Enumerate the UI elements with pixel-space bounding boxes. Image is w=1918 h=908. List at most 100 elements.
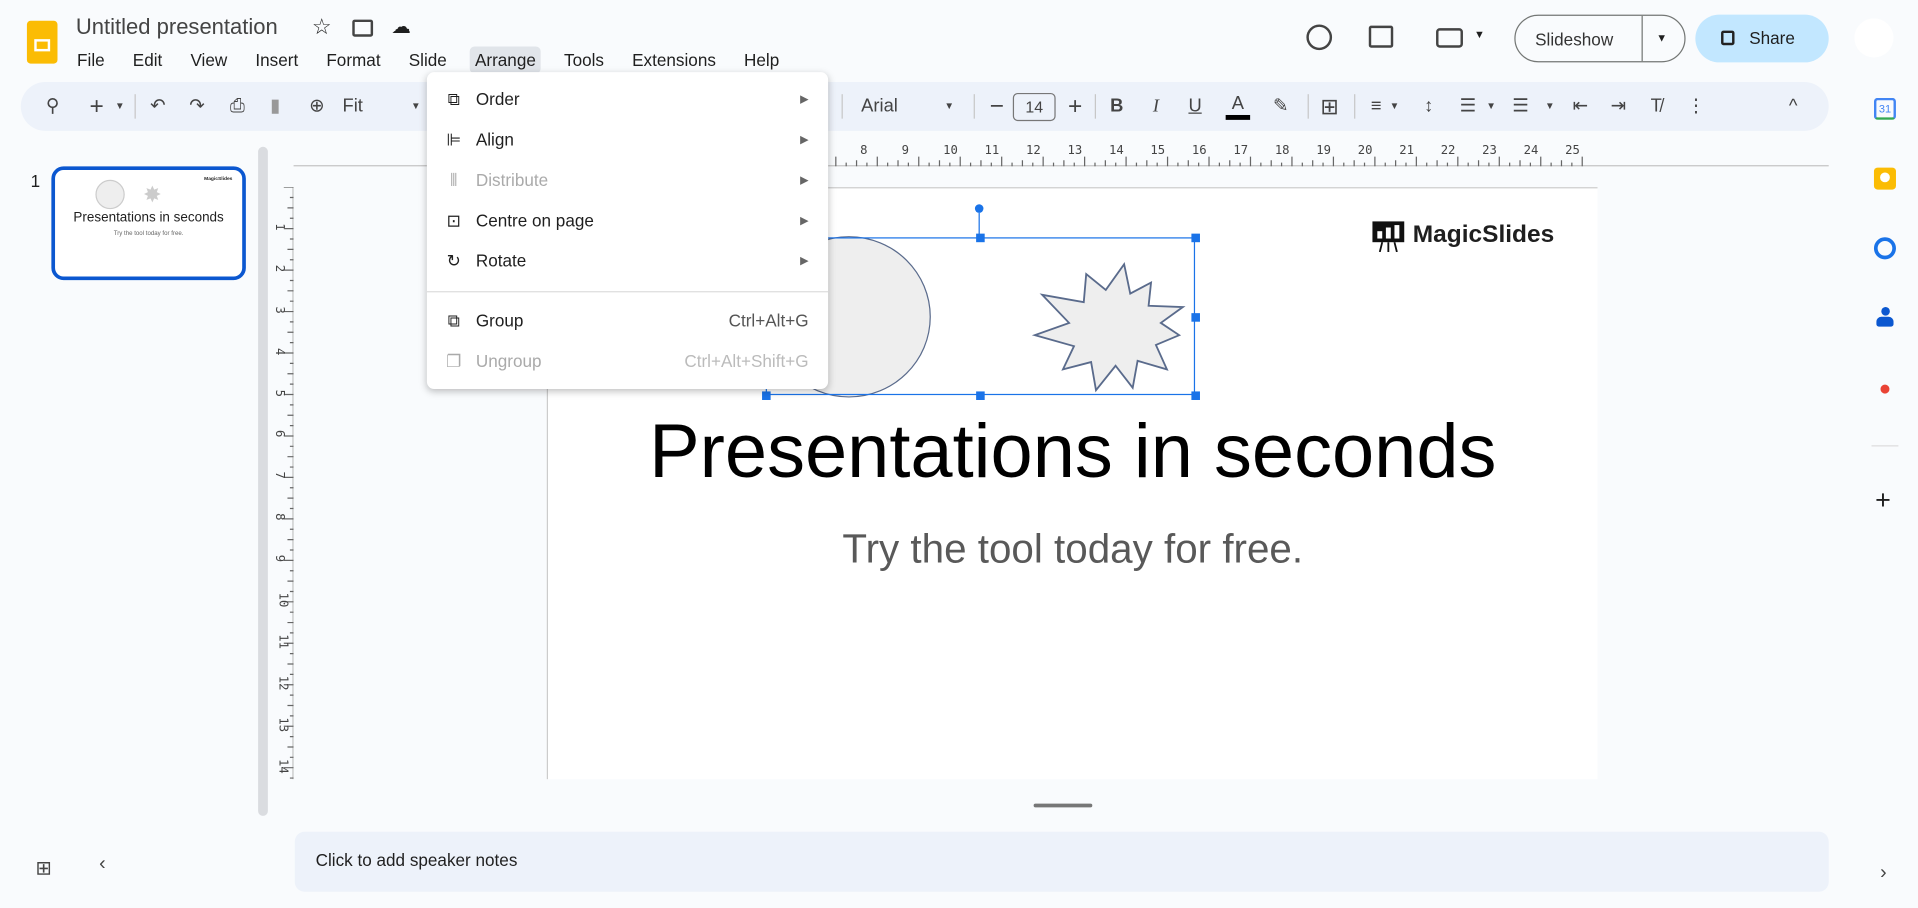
bullet-dropdown-icon[interactable]: ▼ bbox=[1485, 82, 1497, 131]
menu-item-group[interactable]: ⧉ Group Ctrl+Alt+G bbox=[427, 301, 828, 341]
menu-view[interactable]: View bbox=[186, 46, 233, 73]
font-dropdown-icon[interactable]: ▼ bbox=[943, 82, 955, 131]
numbered-list-icon[interactable]: ☰ bbox=[1508, 82, 1532, 131]
show-side-panel-icon[interactable]: › bbox=[1880, 862, 1887, 884]
resize-handle[interactable] bbox=[976, 233, 985, 243]
document-title[interactable]: Untitled presentation bbox=[76, 15, 278, 41]
get-addons-icon[interactable]: + bbox=[1875, 484, 1891, 516]
align-icon[interactable]: ≡ bbox=[1364, 82, 1388, 131]
line-spacing-icon[interactable]: ↕ bbox=[1416, 82, 1440, 131]
more-options-icon[interactable]: ⋮ bbox=[1687, 82, 1705, 131]
clear-formatting-icon[interactable]: T̸ bbox=[1644, 82, 1668, 131]
menu-item-rotate[interactable]: ↻ Rotate ▶ bbox=[427, 241, 828, 281]
menu-help[interactable]: Help bbox=[739, 46, 784, 73]
resize-handle[interactable] bbox=[762, 391, 771, 400]
slideshow-button[interactable]: Slideshow ▼ bbox=[1514, 14, 1686, 63]
ruler-label: 13 bbox=[275, 717, 290, 732]
filmstrip-scrollbar[interactable] bbox=[258, 146, 268, 816]
new-slide-icon[interactable]: + bbox=[84, 82, 108, 131]
decrease-font-size-icon[interactable]: − bbox=[987, 82, 1007, 131]
notes-resize-handle[interactable] bbox=[1033, 803, 1093, 808]
menu-extensions[interactable]: Extensions bbox=[627, 46, 721, 73]
menu-tools[interactable]: Tools bbox=[559, 46, 609, 73]
redo-icon[interactable]: ↷ bbox=[185, 82, 209, 131]
menu-item-align[interactable]: ⊫ Align ▶ bbox=[427, 120, 828, 160]
menu-item-label: Ungroup bbox=[475, 351, 542, 371]
cloud-saved-icon[interactable]: ☁ bbox=[391, 15, 411, 39]
menu-arrange[interactable]: Arrange bbox=[470, 46, 541, 74]
maps-icon[interactable]: ● bbox=[1874, 377, 1896, 400]
collapse-filmstrip-icon[interactable]: ‹ bbox=[99, 854, 106, 876]
zoom-dropdown-icon[interactable]: ▼ bbox=[410, 82, 422, 131]
move-folder-icon[interactable] bbox=[352, 19, 374, 37]
highlight-icon[interactable]: ✎ bbox=[1268, 82, 1292, 131]
resize-handle[interactable] bbox=[1191, 233, 1200, 243]
shortcut: Ctrl+Alt+G bbox=[728, 310, 809, 331]
collapse-toolbar-icon[interactable]: ^ bbox=[1783, 82, 1803, 131]
insert-comment-icon[interactable]: ⊞ bbox=[1317, 82, 1341, 131]
slide-title[interactable]: Presentations in seconds bbox=[548, 409, 1598, 496]
menu-edit[interactable]: Edit bbox=[128, 46, 167, 73]
align-dropdown-icon[interactable]: ▼ bbox=[1388, 82, 1400, 131]
keep-icon[interactable] bbox=[1873, 167, 1896, 190]
meet-icon[interactable] bbox=[1436, 28, 1463, 48]
rotate-handle[interactable] bbox=[974, 204, 984, 213]
menu-item-order[interactable]: ⧉ Order ▶ bbox=[427, 80, 828, 120]
version-history-icon[interactable] bbox=[1306, 24, 1333, 51]
italic-icon[interactable]: I bbox=[1146, 82, 1166, 131]
resize-handle[interactable] bbox=[1191, 313, 1200, 322]
bold-icon[interactable]: B bbox=[1107, 82, 1127, 131]
ruler-label: 24 bbox=[1523, 144, 1539, 158]
menu-slide[interactable]: Slide bbox=[404, 46, 452, 73]
print-icon[interactable]: ⎙ bbox=[225, 82, 249, 131]
menu-format[interactable]: Format bbox=[321, 46, 385, 73]
font-select[interactable]: Arial bbox=[861, 82, 934, 131]
ruler-label: 8 bbox=[272, 513, 286, 521]
avatar[interactable] bbox=[1854, 18, 1894, 58]
contacts-icon[interactable] bbox=[1874, 307, 1896, 329]
tasks-icon[interactable] bbox=[1873, 237, 1896, 260]
star-icon[interactable]: ☆ bbox=[312, 15, 332, 41]
slideshow-dropdown-icon[interactable]: ▼ bbox=[1656, 32, 1667, 44]
ruler-label: 17 bbox=[1233, 144, 1249, 158]
toolbar: ⚲ + ▼ ↶ ↷ ⎙ ▮ ⊕ Fit ▼ Arial ▼ − 14 + B I… bbox=[20, 81, 1829, 131]
grid-view-icon[interactable]: ⊞ bbox=[35, 856, 51, 880]
text-color-icon[interactable]: A bbox=[1225, 82, 1251, 131]
ruler-label: 8 bbox=[860, 144, 868, 158]
undo-icon[interactable]: ↶ bbox=[146, 82, 170, 131]
slides-logo[interactable] bbox=[26, 20, 58, 64]
shortcut: Ctrl+Alt+Shift+G bbox=[684, 351, 809, 371]
resize-handle[interactable] bbox=[976, 391, 985, 400]
resize-handle[interactable] bbox=[1191, 391, 1200, 400]
bulleted-list-icon[interactable]: ☰ bbox=[1456, 82, 1480, 131]
slide-subtitle[interactable]: Try the tool today for free. bbox=[548, 526, 1598, 572]
meet-dropdown-icon[interactable]: ▼ bbox=[1474, 28, 1485, 40]
menu-item-distribute[interactable]: ⦀ Distribute ▶ bbox=[427, 160, 828, 200]
comments-icon[interactable] bbox=[1368, 25, 1394, 48]
ruler-label: 15 bbox=[1150, 144, 1166, 158]
ruler-label: 10 bbox=[275, 592, 290, 608]
numbered-dropdown-icon[interactable]: ▼ bbox=[1544, 82, 1556, 131]
align-icon: ⊫ bbox=[446, 129, 462, 150]
underline-icon[interactable]: U bbox=[1185, 82, 1205, 131]
zoom-select[interactable]: Fit bbox=[342, 82, 379, 131]
increase-indent-icon[interactable]: ⇥ bbox=[1606, 82, 1630, 131]
calendar-icon[interactable]: 31 bbox=[1873, 97, 1896, 120]
ruler-label: 1 bbox=[272, 223, 286, 231]
new-slide-dropdown-icon[interactable]: ▼ bbox=[114, 82, 126, 131]
speaker-notes[interactable]: Click to add speaker notes bbox=[294, 831, 1829, 892]
menu-item-centre-on-page[interactable]: ⊡ Centre on page ▶ bbox=[427, 201, 828, 241]
zoom-icon[interactable]: ⊕ bbox=[305, 82, 329, 131]
menu-file[interactable]: File bbox=[72, 46, 109, 73]
slide-thumbnail[interactable]: ✸ MagicSlides Presentations in seconds T… bbox=[51, 166, 246, 281]
menu-bar: File Edit View Insert Format Slide Arran… bbox=[72, 46, 802, 74]
ruler-label: 9 bbox=[901, 144, 909, 158]
share-button[interactable]: Share bbox=[1695, 14, 1829, 63]
paint-format-icon[interactable]: ▮ bbox=[263, 82, 287, 131]
font-size-input[interactable]: 14 bbox=[1012, 92, 1056, 122]
decrease-indent-icon[interactable]: ⇤ bbox=[1568, 82, 1592, 131]
menu-item-ungroup[interactable]: ❐ Ungroup Ctrl+Alt+Shift+G bbox=[427, 341, 828, 381]
increase-font-size-icon[interactable]: + bbox=[1065, 82, 1085, 131]
search-menus-icon[interactable]: ⚲ bbox=[40, 82, 64, 131]
menu-insert[interactable]: Insert bbox=[250, 46, 303, 73]
